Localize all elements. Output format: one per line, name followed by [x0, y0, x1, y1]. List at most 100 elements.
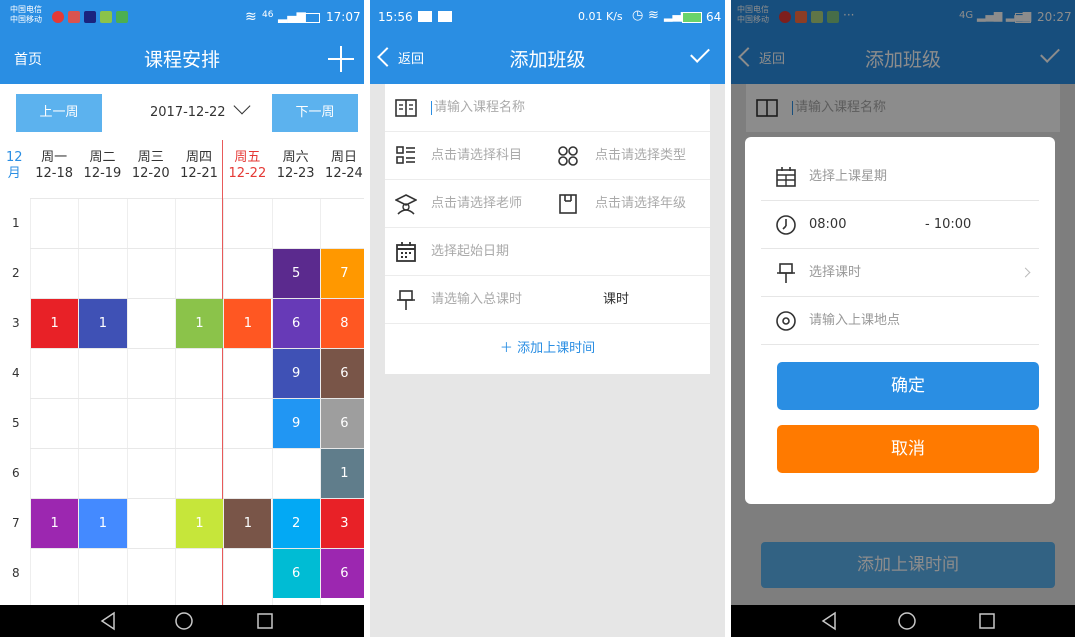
class-time-dialog-screen: 中国电信 中国移动 ··· 4G ▂▄▆ ▂▄▆ 20:27 添加班级 返回 请… — [731, 0, 1075, 637]
prev-week-button[interactable]: 上一周 — [16, 94, 102, 132]
day-name: 周二 — [89, 150, 116, 165]
course-cell[interactable]: 6 — [272, 299, 320, 348]
period-number: 4 — [12, 366, 20, 380]
gallery-icon — [418, 11, 432, 22]
chevron-right-icon — [1020, 267, 1031, 278]
calendar-icon — [775, 166, 797, 188]
home-nav-icon[interactable] — [174, 611, 194, 631]
start-date-field[interactable]: 选择起始日期 — [385, 228, 710, 276]
end-time[interactable]: - 10:00 — [925, 201, 971, 249]
course-cell[interactable]: 1 — [175, 499, 224, 548]
course-name-placeholder: 请输入课程名称 — [434, 100, 526, 115]
course-cell[interactable]: 1 — [224, 299, 272, 348]
teacher-icon — [395, 193, 417, 215]
location-field[interactable]: 请输入上课地点 — [761, 297, 1039, 345]
network-label: 46 — [262, 10, 274, 20]
carrier-2: 中国移动 — [10, 15, 42, 24]
add-time-label: 添加上课时间 — [517, 341, 596, 356]
home-nav-icon[interactable] — [897, 611, 917, 631]
system-nav-bar — [0, 605, 364, 637]
course-cell[interactable]: 6 — [320, 549, 364, 598]
nav-bar: 添加班级 返回 — [370, 36, 725, 84]
app-notification-icon — [68, 11, 80, 23]
weekday-field[interactable]: 选择上课星期 — [761, 153, 1039, 201]
alarm-icon: ◷ — [632, 8, 644, 23]
start-time[interactable]: 08:00 — [809, 201, 846, 249]
course-cell[interactable]: 9 — [272, 349, 320, 398]
day-header: 周四 12-21 — [175, 150, 223, 182]
category-icon — [557, 145, 579, 167]
course-cell[interactable]: 1 — [175, 299, 224, 348]
day-date: 12-23 — [276, 166, 315, 181]
course-name-field[interactable]: 请输入课程名称 — [385, 84, 710, 132]
day-name: 周日 — [330, 150, 357, 165]
back-nav-icon[interactable] — [98, 611, 118, 631]
teacher-select[interactable]: 点击请选择老师 — [431, 180, 522, 228]
back-label: 返回 — [398, 52, 425, 67]
speed-label: 0.01 K/s — [578, 10, 623, 23]
grade-icon — [557, 193, 579, 215]
day-header: 周五 12-22 — [223, 150, 271, 182]
course-cell[interactable]: 6 — [320, 399, 364, 448]
course-cell[interactable]: 3 — [320, 499, 364, 548]
hours-label: 选择课时 — [809, 265, 862, 280]
book-icon — [395, 97, 417, 119]
home-link[interactable]: 首页 — [14, 36, 42, 84]
course-cell[interactable]: 2 — [272, 499, 320, 548]
course-cell[interactable]: 6 — [320, 349, 364, 398]
day-header: 周一 12-18 — [30, 150, 78, 182]
period-number: 2 — [12, 266, 20, 280]
subject-select[interactable]: 点击请选择科目 — [431, 132, 522, 180]
pin-icon — [775, 262, 797, 284]
day-date: 12-22 — [228, 166, 267, 181]
recents-nav-icon[interactable] — [977, 611, 997, 631]
carrier-1: 中国电信 — [10, 5, 42, 14]
add-class-screen: 15:56 0.01 K/s ◷ ≋ ▂▄▆ 64 添加班级 返回 请输入课程名… — [370, 0, 725, 637]
pin-icon — [395, 289, 417, 311]
course-cell[interactable]: 7 — [320, 249, 364, 298]
period-number: 6 — [12, 466, 20, 480]
add-icon[interactable] — [328, 46, 354, 72]
recents-nav-icon[interactable] — [255, 611, 275, 631]
day-name: 周三 — [137, 150, 164, 165]
course-cell[interactable]: 8 — [320, 299, 364, 348]
battery-level: 64 — [706, 10, 722, 24]
weekday-label: 选择上课星期 — [809, 169, 888, 184]
course-cell[interactable]: 1 — [320, 449, 364, 498]
course-cell[interactable]: 6 — [272, 549, 320, 598]
period-number: 5 — [12, 416, 20, 430]
cancel-button[interactable]: 取消 — [777, 425, 1039, 473]
start-date-label: 选择起始日期 — [431, 244, 510, 259]
add-class-time-button[interactable]: ＋ 添加上课时间 — [385, 324, 710, 374]
back-button[interactable]: 返回 — [377, 36, 425, 84]
system-nav-bar — [731, 605, 1075, 637]
location-icon — [775, 310, 797, 332]
chevron-down-icon — [233, 97, 251, 115]
course-cell[interactable]: 1 — [224, 499, 272, 548]
back-nav-icon[interactable] — [819, 611, 839, 631]
confirm-button[interactable]: 确定 — [777, 362, 1039, 410]
add-class-form: 请输入课程名称 点击请选择科目 点击请选择类型 点击请选择老师 点击请选择年级 — [385, 84, 710, 374]
day-name: 周五 — [234, 150, 261, 165]
hours-field[interactable]: 选择课时 — [761, 249, 1039, 297]
course-cell[interactable]: 1 — [79, 299, 127, 348]
chevron-left-icon — [377, 47, 397, 67]
course-cell[interactable]: 1 — [79, 499, 127, 548]
course-cell[interactable]: 9 — [272, 399, 320, 448]
clock: 17:07 — [326, 10, 361, 24]
month-label: 12 月 — [6, 150, 23, 181]
course-cell[interactable]: 5 — [272, 249, 320, 298]
total-hours-field[interactable]: 请选输入总课时 课时 — [385, 276, 710, 324]
next-week-button[interactable]: 下一周 — [272, 94, 358, 132]
course-cell[interactable]: 1 — [31, 299, 79, 348]
app-notification-icon — [116, 11, 128, 23]
timetable-grid: 12 月 周一 12-18 周二 12-19 周三 12-20 周四 12-21 周五 12-22… — [0, 140, 364, 605]
selected-date: 2017-12-22 — [150, 105, 226, 120]
grade-select[interactable]: 点击请选择年级 — [595, 180, 686, 228]
status-bar: 15:56 0.01 K/s ◷ ≋ ▂▄▆ 64 — [370, 0, 725, 36]
course-cell[interactable]: 1 — [31, 499, 79, 548]
type-select[interactable]: 点击请选择类型 — [595, 132, 686, 180]
period-number: 3 — [12, 316, 20, 330]
wifi-icon: ≋ — [245, 9, 257, 25]
date-selector[interactable]: 2017-12-22 — [150, 94, 251, 132]
